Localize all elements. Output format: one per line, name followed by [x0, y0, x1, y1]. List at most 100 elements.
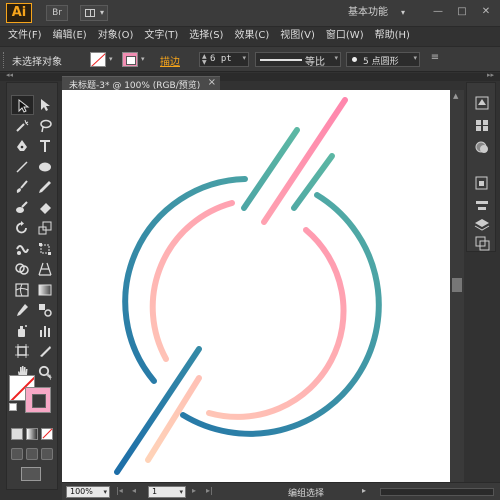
chevron-down-icon[interactable]: ▾	[413, 54, 417, 62]
fill-swatch[interactable]	[90, 52, 106, 67]
draw-behind-icon[interactable]	[26, 448, 38, 460]
chevron-down-icon[interactable]: ▾	[334, 54, 338, 62]
collapse-left-icon[interactable]: ◂◂	[6, 71, 13, 79]
default-colors-icon[interactable]	[9, 403, 17, 411]
gradient-icon	[38, 284, 52, 295]
selection-arrow-icon	[18, 99, 30, 113]
chevron-down-icon[interactable]: ▾	[103, 487, 107, 497]
blob-brush-tool[interactable]	[11, 198, 34, 218]
direct-selection-tool[interactable]	[34, 95, 57, 115]
symbol-sprayer-tool[interactable]	[11, 321, 34, 341]
panel-grip[interactable]	[3, 52, 6, 68]
line-segment-tool[interactable]	[11, 157, 34, 177]
status-menu-icon[interactable]: ▸	[362, 486, 366, 495]
pen-tool[interactable]	[11, 136, 34, 156]
menu-view[interactable]: 视图(V)	[280, 27, 315, 45]
arrange-documents-button[interactable]: ▾	[80, 5, 108, 21]
current-tool-status[interactable]: 编组选择	[288, 486, 324, 499]
last-artboard-icon[interactable]: ▸|	[206, 486, 213, 495]
blend-tool[interactable]	[34, 300, 57, 320]
ellipse-tool[interactable]	[34, 157, 57, 177]
chevron-down-icon[interactable]: ▾	[179, 487, 183, 497]
eyedropper-tool[interactable]	[11, 300, 34, 320]
scroll-up-icon[interactable]: ▲	[453, 92, 458, 100]
tools-panel: ↰	[6, 82, 58, 490]
horizontal-scrollbar[interactable]	[380, 488, 494, 496]
rotate-icon	[16, 221, 27, 234]
stroke-swatch[interactable]	[122, 52, 138, 67]
shape-builder-tool[interactable]	[11, 259, 34, 279]
canvas-area[interactable]	[62, 90, 450, 482]
document-tab[interactable]: 未标题-3* @ 100% (RGB/预览) ×	[62, 76, 220, 91]
menu-edit[interactable]: 编辑(E)	[53, 27, 87, 45]
pencil-tool[interactable]	[34, 177, 57, 197]
panel-menu-icon[interactable]: ≡	[428, 52, 442, 67]
scroll-thumb[interactable]	[452, 278, 462, 292]
draw-normal-icon[interactable]	[11, 448, 23, 460]
workspace-chevron-down-icon[interactable]: ▾	[396, 5, 410, 21]
gradient-tool[interactable]	[34, 280, 57, 300]
slice-tool[interactable]	[34, 341, 57, 361]
stroke-label[interactable]: 描边	[160, 53, 180, 68]
color-mode-button[interactable]	[11, 428, 23, 440]
transform-panel-icon[interactable]	[473, 175, 491, 191]
perspective-grid-tool[interactable]	[34, 259, 57, 279]
variable-width-profile[interactable]: 等比 ▾	[255, 52, 341, 68]
chevron-down-icon[interactable]: ▾	[242, 54, 246, 62]
artboard-number-field[interactable]: 1 ▾	[148, 486, 186, 498]
minimize-button[interactable]: —	[430, 5, 446, 19]
first-artboard-icon[interactable]: |◂	[116, 486, 123, 495]
menu-effect[interactable]: 效果(C)	[234, 27, 269, 45]
lasso-tool[interactable]	[34, 116, 57, 136]
pen-nib-icon	[17, 140, 27, 151]
menu-object[interactable]: 对象(O)	[98, 27, 134, 45]
artboards-panel-icon[interactable]	[473, 235, 491, 251]
close-button[interactable]: ✕	[478, 5, 494, 19]
menu-type[interactable]: 文字(T)	[144, 27, 178, 45]
brush-definition[interactable]: 5 点圆形 ▾	[346, 52, 420, 67]
maximize-button[interactable]: □	[454, 5, 470, 19]
fill-chevron-down-icon[interactable]: ▾	[109, 53, 119, 66]
zoom-level-field[interactable]: 100% ▾	[66, 486, 110, 498]
paintbrush-tool[interactable]	[11, 177, 34, 197]
next-artboard-icon[interactable]: ▸	[192, 486, 196, 495]
stepper-icon[interactable]: ▲ ▼	[202, 54, 207, 66]
magic-wand-tool[interactable]	[11, 116, 34, 136]
outer-ring-arc-right	[180, 192, 382, 437]
align-panel-icon[interactable]	[473, 197, 491, 213]
bridge-button[interactable]: Br	[46, 5, 68, 21]
screen-mode-icon[interactable]	[21, 467, 41, 481]
column-graph-tool[interactable]	[34, 321, 57, 341]
menu-select[interactable]: 选择(S)	[189, 27, 223, 45]
stroke-chevron-down-icon[interactable]: ▾	[141, 53, 151, 66]
swatches-panel-icon[interactable]	[473, 117, 491, 133]
scale-tool[interactable]	[34, 218, 57, 238]
menu-window[interactable]: 窗口(W)	[326, 27, 364, 45]
selection-tool[interactable]	[11, 95, 34, 115]
color-panel-icon[interactable]	[473, 95, 491, 111]
inner-ring-arc-right	[206, 227, 347, 420]
type-tool[interactable]	[34, 136, 57, 156]
artboard[interactable]	[62, 90, 450, 482]
stroke-weight-field[interactable]: ▲ ▼ 6 pt ▾	[199, 52, 249, 67]
swap-fill-stroke-icon[interactable]: ↰	[45, 373, 53, 383]
rotate-tool[interactable]	[11, 218, 34, 238]
vertical-scrollbar[interactable]: ▲	[450, 90, 464, 482]
layers-panel-icon[interactable]	[473, 217, 491, 233]
previous-artboard-icon[interactable]: ◂	[132, 486, 136, 495]
type-t-icon	[40, 140, 50, 152]
menu-file[interactable]: 文件(F)	[8, 27, 42, 45]
appearance-panel-icon[interactable]	[473, 139, 491, 155]
expand-right-icon[interactable]: ▸▸	[487, 71, 494, 79]
free-transform-tool[interactable]	[34, 239, 57, 259]
close-tab-icon[interactable]: ×	[208, 77, 216, 88]
none-mode-button[interactable]	[41, 428, 53, 440]
eraser-tool[interactable]	[34, 198, 57, 218]
stroke-color-box[interactable]	[25, 387, 51, 413]
warp-tool[interactable]	[11, 239, 34, 259]
artboard-tool[interactable]	[11, 341, 34, 361]
gradient-mode-button[interactable]	[26, 428, 38, 440]
draw-inside-icon[interactable]	[41, 448, 53, 460]
mesh-tool[interactable]	[11, 280, 34, 300]
menu-help[interactable]: 帮助(H)	[375, 27, 410, 45]
